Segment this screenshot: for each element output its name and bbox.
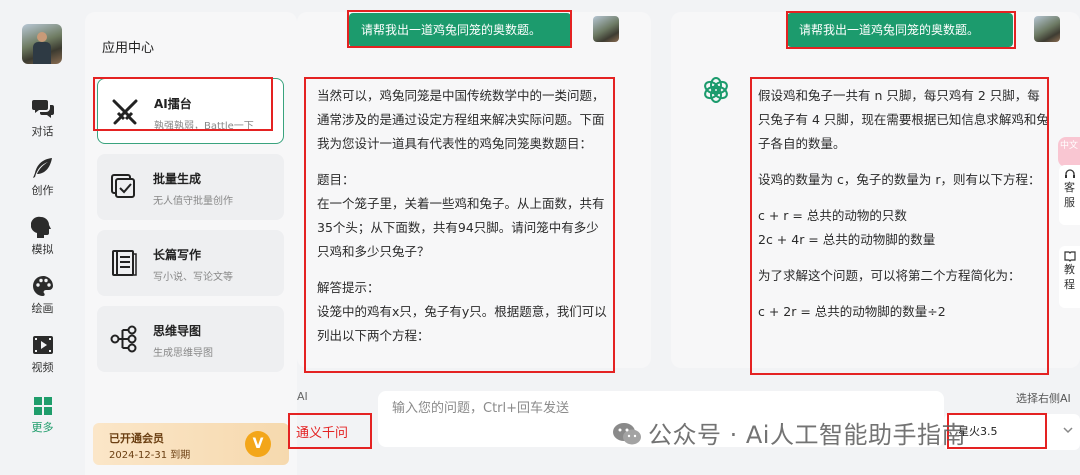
rail-label: 对话	[31, 125, 54, 138]
app-card-title: 长篇写作	[153, 248, 202, 262]
grid-icon	[33, 397, 52, 415]
answer-paragraph: 为了求解这个问题，可以将第二个方程简化为：	[758, 268, 1021, 283]
side-tab-char: 客	[1064, 181, 1075, 194]
rail-label: 更多	[31, 421, 54, 434]
app-card-subtitle: 孰强孰弱，Battle一下	[154, 121, 254, 132]
side-tab-char: 服	[1064, 196, 1075, 209]
side-tab-char: 程	[1064, 278, 1075, 291]
openai-logo-icon	[704, 77, 728, 103]
app-card-title: 批量生成	[153, 172, 202, 186]
user-avatar-small	[593, 16, 619, 42]
app-card-batch[interactable]: 批量生成 无人值守批量创作	[97, 154, 284, 220]
app-card-title: 思维导图	[153, 324, 202, 338]
left-ai-hint: AI	[297, 390, 308, 403]
rail-item-more[interactable]: 更多	[0, 396, 85, 448]
batch-check-icon	[111, 174, 135, 198]
answer-paragraph: c + r = 总共的动物的只数 2c + 4r = 总共的动物脚的数量	[758, 208, 936, 247]
feather-icon	[32, 158, 52, 178]
rail-item-chat[interactable]: 对话	[0, 98, 85, 150]
left-rail: 对话 创作 模拟 绘画 视频 更多	[0, 0, 85, 475]
book-open-icon	[1063, 251, 1076, 262]
answer-text: 当然可以，鸡兔同笼是中国传统数学中的一类问题，通常涉及的是通过设定方程组来解决实…	[317, 84, 609, 374]
left-chat-panel: 请帮我出一道鸡兔同笼的奥数题。 当然可以，鸡兔同笼是中国传统数学中的一类问题，通…	[297, 12, 651, 368]
rail-item-simulate[interactable]: 模拟	[0, 216, 85, 268]
app-card-mindmap[interactable]: 思维导图 生成思维导图	[97, 306, 284, 372]
rail-label: 视频	[31, 361, 54, 374]
rail-item-paint[interactable]: 绘画	[0, 275, 85, 327]
app-card-ai-arena[interactable]: AI擂台 孰强孰弱，Battle一下	[97, 78, 284, 144]
answer-text: 假设鸡和兔子一共有 n 只脚，每只鸡有 2 只脚，每只兔子有 4 只脚，现在需要…	[758, 84, 1050, 370]
wechat-icon	[613, 423, 641, 445]
app-card-subtitle: 无人值守批量创作	[153, 196, 233, 207]
vip-membership-card[interactable]: 已开通会员 2024-12-31 到期 V	[93, 423, 289, 465]
rail-label: 模拟	[31, 243, 54, 256]
vip-badge-icon: V	[245, 431, 271, 457]
chat-bubbles-icon	[31, 100, 54, 118]
vip-expiry: 2024-12-31 到期	[109, 450, 191, 461]
app-card-subtitle: 生成思维导图	[153, 348, 213, 359]
book-icon	[112, 250, 137, 276]
head-icon	[30, 216, 51, 238]
answer-paragraph: c + 2r = 总共的动物脚的数量÷2	[758, 304, 946, 319]
answer-paragraph: 题目： 在一个笼子里，关着一些鸡和兔子。从上面数，共有35个头；从下面数，共有9…	[317, 172, 605, 259]
language-tab[interactable]: 中文	[1058, 137, 1080, 167]
film-icon	[32, 336, 53, 354]
answer-paragraph: 假设鸡和兔子一共有 n 只脚，每只鸡有 2 只脚，每只兔子有 4 只脚，现在需要…	[758, 88, 1049, 151]
answer-paragraph: 设鸡的数量为 c，兔子的数量为 r，则有以下方程：	[758, 172, 1041, 187]
watermark: 公众号 · Ai人工智能助手指南	[612, 415, 966, 450]
rail-label: 绘画	[31, 302, 54, 315]
app-center-panel: 应用中心 AI擂台 孰强孰弱，Battle一下 批量生成 无人值守批量创作 长篇…	[85, 12, 297, 475]
chevron-down-icon	[1063, 427, 1073, 434]
right-chat-panel: 请帮我出一道鸡兔同笼的奥数题。 假设鸡和兔子一共有 n 只脚，每只鸡有 2 只脚…	[671, 12, 1080, 368]
app-card-subtitle: 写小说、写论文等	[153, 272, 233, 283]
user-avatar[interactable]	[22, 24, 62, 64]
answer-paragraph: 解答提示： 设笼中的鸡有x只，兔子有y只。根据题意，我们可以列出以下两个方程：	[317, 280, 607, 343]
app-card-long-writing[interactable]: 长篇写作 写小说、写论文等	[97, 230, 284, 296]
user-avatar-small	[1034, 16, 1060, 42]
mindmap-icon	[110, 325, 137, 353]
user-message-bubble: 请帮我出一道鸡兔同笼的奥数题。	[349, 13, 571, 47]
app-card-title: AI擂台	[154, 97, 192, 111]
answer-paragraph: 当然可以，鸡兔同笼是中国传统数学中的一类问题，通常涉及的是通过设定方程组来解决实…	[317, 88, 605, 151]
user-message-bubble: 请帮我出一道鸡兔同笼的奥数题。	[787, 13, 1013, 47]
headset-icon	[1064, 169, 1075, 178]
vip-title: 已开通会员	[109, 432, 164, 445]
palette-icon	[32, 276, 53, 296]
rail-label: 创作	[31, 184, 54, 197]
tutorial-tab[interactable]: 教 程	[1059, 246, 1080, 308]
side-tab-char: 教	[1064, 263, 1075, 276]
crossed-swords-icon	[112, 99, 138, 125]
watermark-text: 公众号 · Ai人工智能助手指南	[648, 421, 966, 449]
customer-service-tab[interactable]: 客 服	[1059, 165, 1080, 225]
app-center-title: 应用中心	[102, 41, 155, 56]
rail-item-create[interactable]: 创作	[0, 157, 85, 209]
left-model-name[interactable]: 通义千问	[296, 422, 348, 441]
rail-item-video[interactable]: 视频	[0, 334, 85, 386]
right-ai-hint: 选择右侧AI	[1016, 392, 1071, 405]
